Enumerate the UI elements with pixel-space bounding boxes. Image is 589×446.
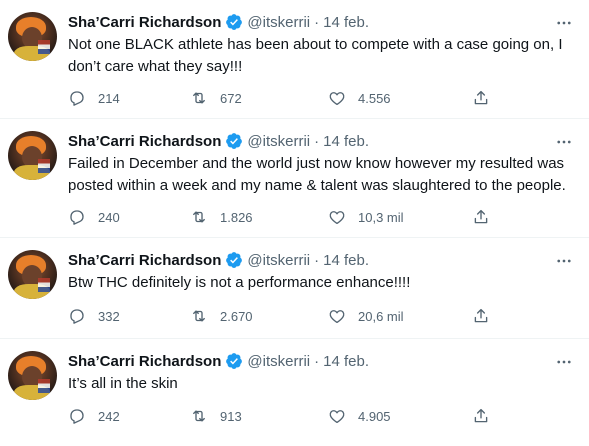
avatar[interactable] [8,131,57,180]
reply-button[interactable]: 242 [68,406,120,426]
retweet-icon [193,310,205,322]
share-button[interactable] [472,406,490,426]
verified-badge-icon [226,14,243,30]
author-name[interactable]: Sha’Carri Richardson [68,353,221,370]
tweet-actions: 214 672 4.556 [68,88,498,108]
avatar-flag [38,278,50,292]
verified-badge-icon [226,252,243,268]
share-button[interactable] [472,306,490,326]
tweet-text: Failed in December and the world just no… [68,155,566,194]
verified-badge-icon [226,133,243,149]
like-count: 20,6 mil [358,308,404,324]
retweet-count: 672 [220,90,242,106]
tweet-date[interactable]: 14 feb. [323,353,369,370]
like-button[interactable]: 4.905 [328,406,391,426]
share-icon [474,308,488,323]
reply-count: 214 [98,90,120,106]
like-heart-icon [329,92,345,106]
retweet-icon [193,92,205,104]
author-name[interactable]: Sha’Carri Richardson [68,133,221,150]
retweet-count: 2.670 [220,308,253,324]
reply-icon [70,210,84,225]
author-handle[interactable]: @itskerrii [247,353,310,370]
avatar-flag [38,40,50,54]
like-button[interactable]: 20,6 mil [328,306,404,326]
author-name[interactable]: Sha’Carri Richardson [68,14,221,31]
tweet-actions: 332 2.670 20,6 mil [68,306,498,326]
like-count: 4.905 [358,408,391,424]
separator-dot: · [314,251,320,269]
tweet-header: Sha’Carri Richardson @itskerrii · 14 feb… [68,250,369,270]
avatar[interactable] [8,351,57,400]
reply-icon [70,409,84,424]
reply-icon [70,309,84,324]
tweet-date[interactable]: 14 feb. [323,252,369,269]
tweet-header: Sha’Carri Richardson @itskerrii · 14 feb… [68,351,369,371]
tweet[interactable]: Sha’Carri Richardson @itskerrii · 14 feb… [0,0,589,119]
tweet-header: Sha’Carri Richardson @itskerrii · 14 feb… [68,12,369,32]
separator-dot: · [314,132,320,150]
retweet-button[interactable]: 1.826 [190,207,253,227]
share-icon [474,408,488,423]
tweet-actions: 240 1.826 10,3 mil [68,207,498,227]
tweet-text: Btw THC definitely is not a performance … [68,274,411,291]
like-heart-icon [329,310,345,324]
tweet-text: It’s all in the skin [68,375,178,392]
author-handle[interactable]: @itskerrii [247,252,310,269]
tweet-text: Not one BLACK athlete has been about to … [68,36,563,75]
tweet-actions: 242 913 4.905 [68,406,498,426]
reply-button[interactable]: 214 [68,88,120,108]
retweet-button[interactable]: 2.670 [190,306,253,326]
like-button[interactable]: 10,3 mil [328,207,404,227]
like-button[interactable]: 4.556 [328,88,391,108]
more-options-icon[interactable] [555,353,573,371]
tweet-date[interactable]: 14 feb. [323,133,369,150]
retweet-count: 913 [220,408,242,424]
retweet-icon [193,211,205,223]
more-options-icon[interactable] [555,133,573,151]
tweet[interactable]: Sha’Carri Richardson @itskerrii · 14 feb… [0,339,589,446]
separator-dot: · [314,352,320,370]
retweet-count: 1.826 [220,209,253,225]
retweet-icon [193,410,205,422]
avatar-flag [38,379,50,393]
reply-icon [70,91,84,106]
tweet-date[interactable]: 14 feb. [323,14,369,31]
avatar[interactable] [8,12,57,61]
reply-button[interactable]: 240 [68,207,120,227]
verified-badge-icon [226,353,243,369]
separator-dot: · [314,13,320,31]
author-handle[interactable]: @itskerrii [247,14,310,31]
tweet[interactable]: Sha’Carri Richardson @itskerrii · 14 feb… [0,119,589,238]
reply-button[interactable]: 332 [68,306,120,326]
retweet-button[interactable]: 672 [190,88,242,108]
author-handle[interactable]: @itskerrii [247,133,310,150]
like-heart-icon [329,410,345,424]
tweet[interactable]: Sha’Carri Richardson @itskerrii · 14 feb… [0,238,589,339]
more-options-icon[interactable] [555,252,573,270]
like-heart-icon [329,211,345,225]
share-icon [474,90,488,105]
reply-count: 242 [98,408,120,424]
tweet-header: Sha’Carri Richardson @itskerrii · 14 feb… [68,131,369,151]
like-count: 4.556 [358,90,391,106]
share-icon [474,209,488,224]
like-count: 10,3 mil [358,209,404,225]
share-button[interactable] [472,207,490,227]
avatar-flag [38,159,50,173]
author-name[interactable]: Sha’Carri Richardson [68,252,221,269]
tweet-feed: Sha’Carri Richardson @itskerrii · 14 feb… [0,0,589,446]
reply-count: 240 [98,209,120,225]
reply-count: 332 [98,308,120,324]
share-button[interactable] [472,88,490,108]
more-options-icon[interactable] [555,14,573,32]
retweet-button[interactable]: 913 [190,406,242,426]
avatar[interactable] [8,250,57,299]
